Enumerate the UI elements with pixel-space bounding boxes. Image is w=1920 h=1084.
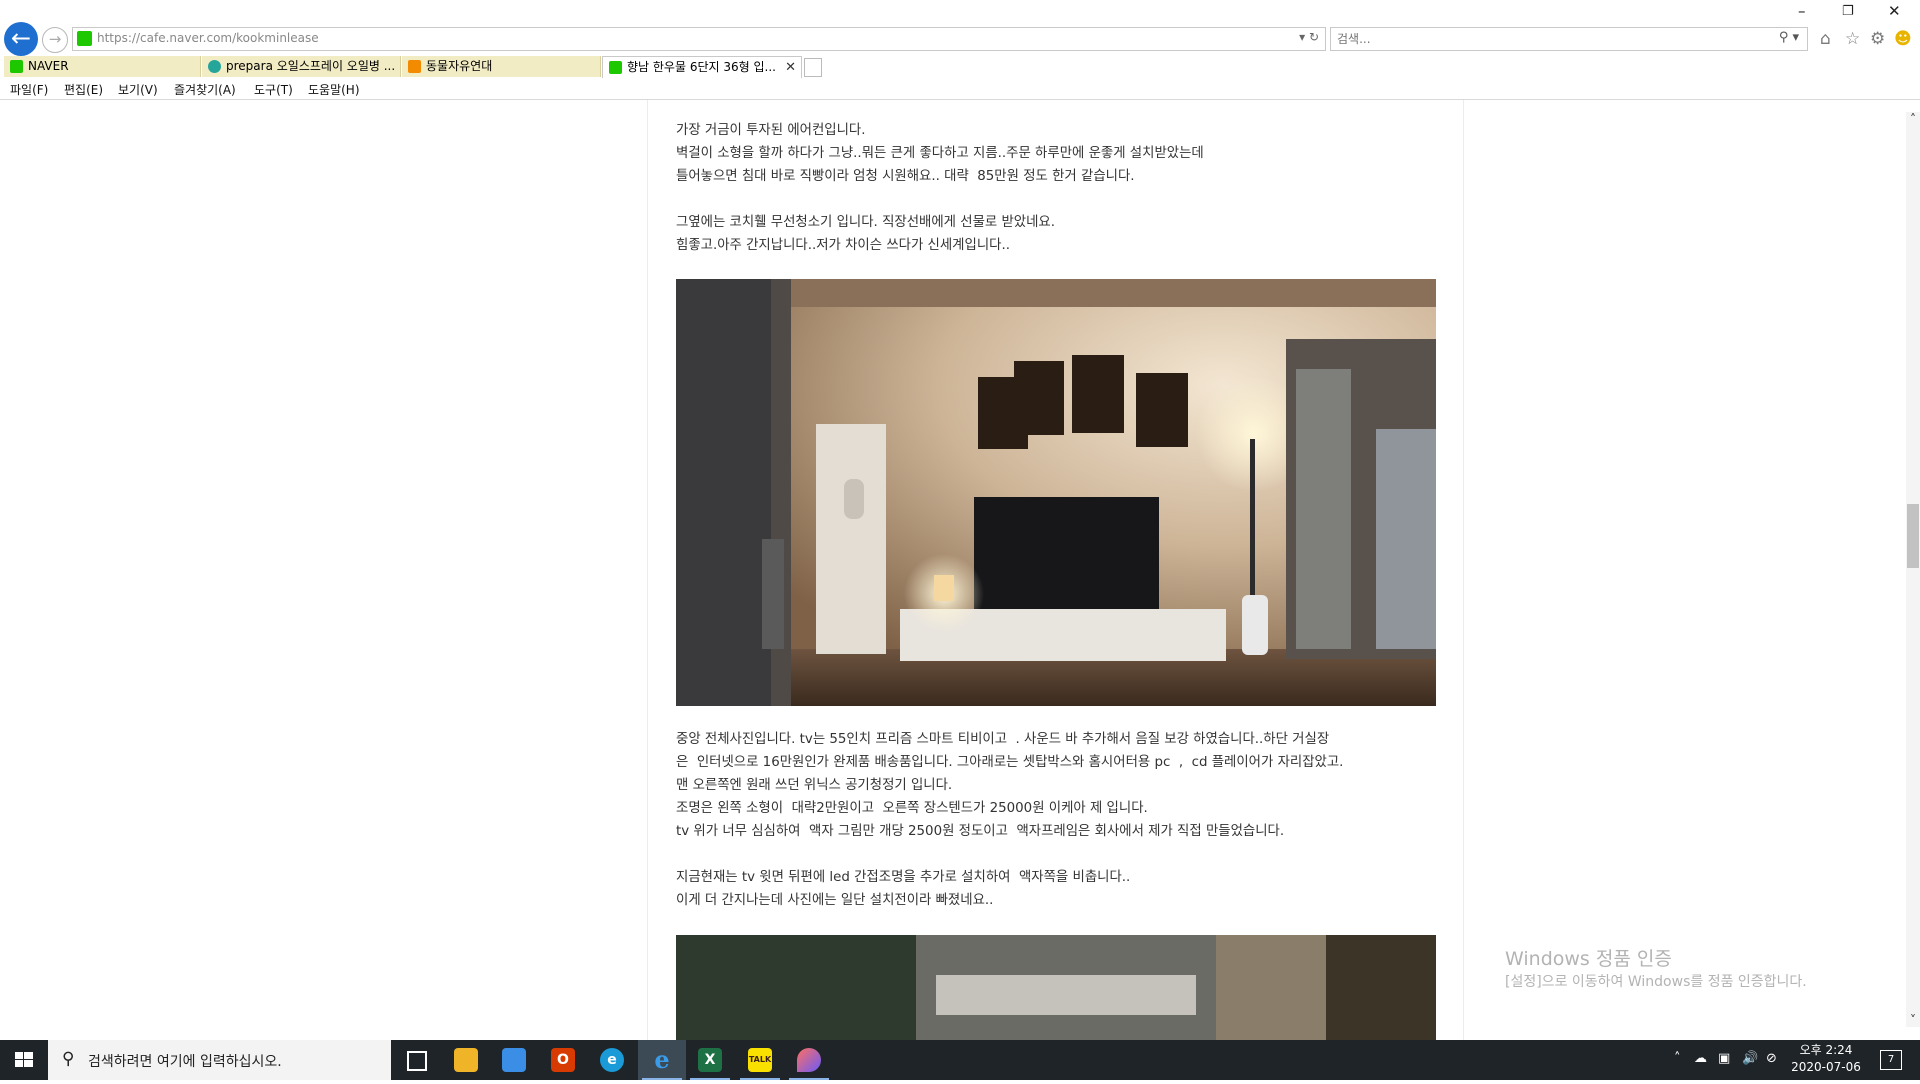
favorites-star-icon[interactable]: ☆ [1845, 29, 1860, 49]
minimize-button[interactable]: – [1798, 2, 1806, 20]
taskbar-search-placeholder[interactable]: 검색하려면 여기에 입력하십시오. [88, 1051, 282, 1071]
tab-cafe-post[interactable]: 향남 한우물 6단지 36형 입... ✕ [602, 56, 802, 78]
feedback-smiley-icon[interactable]: ☻ [1894, 29, 1912, 49]
dropdown-arrow-icon[interactable]: ▾ [1299, 30, 1305, 44]
tab-prepara[interactable]: prepara 오일스프레이 오일병 ... [202, 56, 401, 77]
post-paragraph-aircon: 가장 거금이 투자된 에어컨입니다. 벽걸이 소형을 할까 하다가 그냥..뭐든… [676, 123, 1204, 184]
paint-icon [797, 1048, 821, 1072]
menu-file[interactable]: 파일(F) [10, 81, 48, 98]
task-view-button[interactable] [392, 1040, 440, 1080]
living-room-image [676, 279, 1436, 706]
taskbar-internet-explorer[interactable]: e [638, 1040, 686, 1080]
tab-bar: NAVER prepara 오일스프레이 오일병 ... 동물자유연대 향남 한… [0, 56, 1920, 78]
column-divider [647, 100, 648, 1040]
close-window-button[interactable]: ✕ [1888, 2, 1901, 20]
address-controls[interactable]: ▾ ↻ [1299, 30, 1319, 44]
show-hidden-icons-chevron-icon[interactable]: ˄ [1674, 1051, 1681, 1066]
naver-icon [10, 60, 23, 73]
tab-animal-freedom[interactable]: 동물자유연대 [402, 56, 601, 77]
clock-date: 2020-07-06 [1791, 1060, 1861, 1074]
taskbar: ⚲ 검색하려면 여기에 입력하십시오. O e e X TALK ˄ ☁ ▣ 🔊… [0, 1040, 1920, 1080]
system-clock[interactable]: 오후 2:24 2020-07-06 [1784, 1042, 1868, 1076]
network-icon[interactable]: ▣ [1718, 1051, 1730, 1066]
windows-activation-subtitle: [설정]으로 이동하여 Windows를 정품 인증합니다. [1505, 974, 1807, 990]
tab-label: 동물자유연대 [426, 59, 493, 73]
tab-label: NAVER [28, 59, 69, 73]
new-tab-button[interactable] [804, 58, 822, 77]
site-favicon-icon [77, 31, 92, 46]
taskbar-edge[interactable]: e [588, 1040, 636, 1080]
excel-icon: X [698, 1048, 722, 1072]
task-view-icon [407, 1051, 427, 1071]
post-paragraph-center-photo: 중앙 전체사진입니다. tv는 55인치 프리즘 스마트 티비이고 . 사운드 … [676, 732, 1344, 839]
scroll-down-icon[interactable]: ˅ [1906, 1013, 1920, 1027]
search-box[interactable]: ⚲ ▾ [1330, 27, 1808, 51]
office-icon: O [551, 1048, 575, 1072]
menu-help[interactable]: 도움말(H) [308, 81, 360, 98]
kakaotalk-icon: TALK [748, 1048, 772, 1072]
tab-naver[interactable]: NAVER [4, 56, 201, 77]
onedrive-cloud-icon[interactable]: ☁ [1694, 1051, 1707, 1066]
menu-view[interactable]: 보기(V) [118, 81, 158, 98]
windows-logo-icon [15, 1052, 33, 1067]
browser-chrome: ← → https://cafe.naver.com/kookminlease … [0, 0, 1920, 100]
taskbar-paint[interactable] [785, 1040, 833, 1080]
vertical-scrollbar[interactable]: ˄ ˅ [1906, 112, 1920, 1027]
menu-edit[interactable]: 편집(E) [64, 81, 103, 98]
start-button[interactable] [0, 1040, 48, 1080]
menu-bar: 파일(F) 편집(E) 보기(V) 즐겨찾기(A) 도구(T) 도움말(H) [0, 79, 1920, 100]
alert-icon[interactable]: ⊘ [1766, 1051, 1777, 1066]
window-photo [676, 935, 1436, 1040]
windows-activation-title: Windows 정품 인증 [1505, 948, 1672, 970]
taskbar-store[interactable] [490, 1040, 538, 1080]
forward-button[interactable]: → [42, 27, 68, 53]
edge-icon: e [600, 1048, 624, 1072]
menu-favorites[interactable]: 즐겨찾기(A) [174, 81, 236, 98]
post-paragraph-vacuum: 그옆에는 코치휄 무선청소기 입니다. 직장선배에게 선물로 받았네요. 힘좋고… [676, 215, 1055, 253]
taskbar-kakaotalk[interactable]: TALK [736, 1040, 784, 1080]
animal-icon [408, 60, 421, 73]
living-room-photo [676, 279, 1436, 706]
home-icon[interactable]: ⌂ [1820, 29, 1831, 49]
post-paragraph-led: 지금현재는 tv 윗면 뒤편에 led 간접조명을 추가로 설치하여 액자쪽을 … [676, 870, 1131, 908]
clock-time: 오후 2:24 [1799, 1043, 1853, 1057]
shop-icon [208, 60, 221, 73]
scroll-up-icon[interactable]: ˄ [1906, 112, 1920, 126]
navigation-bar: ← → https://cafe.naver.com/kookminlease … [0, 0, 1920, 56]
scrollbar-thumb[interactable] [1907, 504, 1919, 568]
tab-label: 향남 한우물 6단지 36형 입... [627, 60, 776, 74]
url-text[interactable]: https://cafe.naver.com/kookminlease [97, 31, 319, 45]
taskbar-office[interactable]: O [539, 1040, 587, 1080]
taskbar-file-explorer[interactable] [442, 1040, 490, 1080]
action-center-notification-icon[interactable]: 7 [1880, 1050, 1902, 1070]
volume-icon[interactable]: 🔊 [1742, 1051, 1758, 1066]
menu-tools[interactable]: 도구(T) [254, 81, 293, 98]
store-icon [502, 1048, 526, 1072]
restore-button[interactable]: ❐ [1842, 4, 1854, 19]
taskbar-excel[interactable]: X [686, 1040, 734, 1080]
settings-gear-icon[interactable]: ⚙ [1870, 29, 1885, 49]
ie-icon: e [654, 1045, 670, 1074]
column-divider [1463, 100, 1464, 1040]
cafe-icon [609, 61, 622, 74]
back-button[interactable]: ← [4, 22, 38, 56]
page-content: 가장 거금이 투자된 에어컨입니다. 벽걸이 소형을 할까 하다가 그냥..뭐든… [0, 100, 1906, 1040]
taskbar-search[interactable]: ⚲ 검색하려면 여기에 입력하십시오. [48, 1040, 391, 1080]
close-tab-icon[interactable]: ✕ [785, 57, 796, 78]
refresh-icon[interactable]: ↻ [1309, 30, 1319, 44]
window-image [676, 935, 1436, 1040]
search-input[interactable] [1331, 29, 1737, 49]
address-bar[interactable]: https://cafe.naver.com/kookminlease ▾ ↻ [72, 27, 1326, 51]
tab-label: prepara 오일스프레이 오일병 ... [226, 59, 396, 73]
search-icon[interactable]: ⚲ ▾ [1779, 30, 1799, 45]
search-icon: ⚲ [62, 1049, 75, 1069]
file-explorer-icon [454, 1048, 478, 1072]
